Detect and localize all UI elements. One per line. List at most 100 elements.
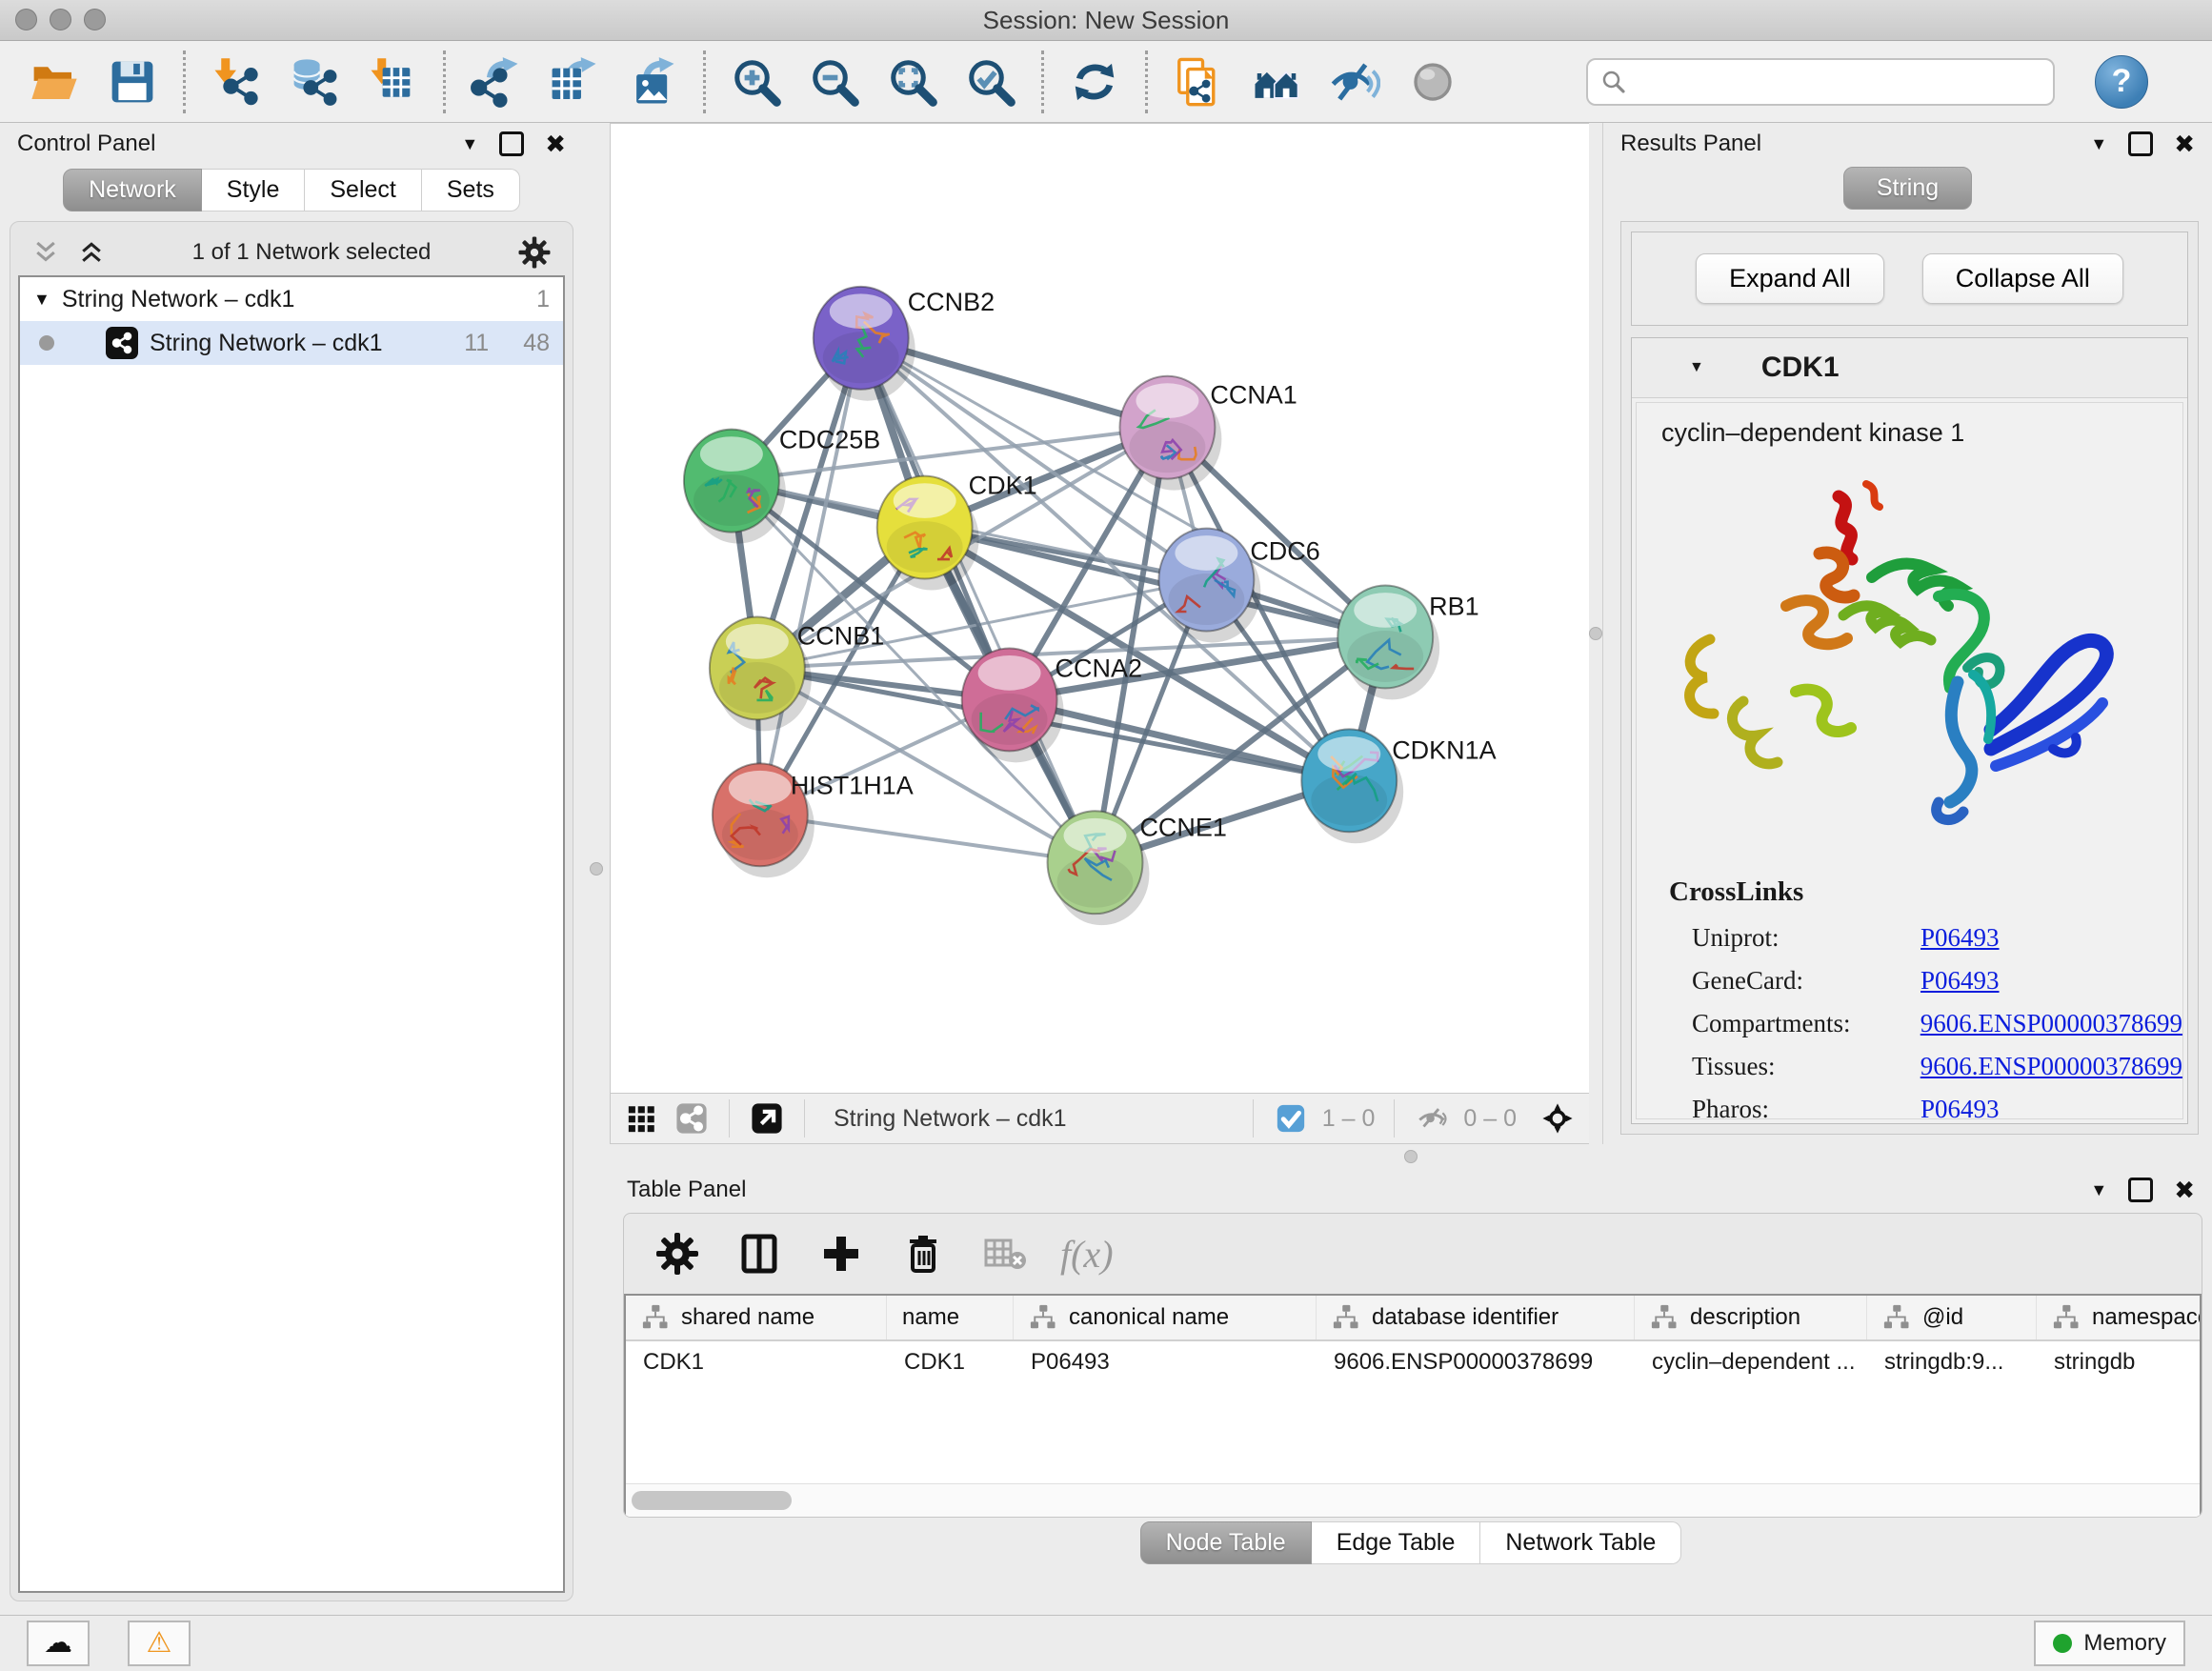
string-network-gray-icon[interactable] bbox=[674, 1100, 710, 1137]
birdseye-grid-icon[interactable] bbox=[624, 1100, 660, 1137]
collapse-all-icon[interactable] bbox=[31, 238, 60, 267]
tab-select[interactable]: Select bbox=[305, 169, 421, 211]
crosslink-link[interactable]: P06493 bbox=[1920, 1095, 2000, 1119]
node-CCNA1[interactable]: CCNA1 bbox=[1119, 376, 1297, 491]
control-panel-splitter[interactable] bbox=[583, 123, 610, 1615]
close-panel-icon[interactable]: ✖ bbox=[545, 134, 566, 153]
collapse-all-button[interactable]: Collapse All bbox=[1922, 253, 2123, 304]
column-header-shared-name[interactable]: shared name bbox=[626, 1296, 887, 1339]
float-panel-icon[interactable]: ▼ bbox=[461, 134, 478, 154]
tab-network-table[interactable]: Network Table bbox=[1480, 1521, 1681, 1564]
open-session-icon[interactable] bbox=[25, 52, 84, 111]
tab-node-table[interactable]: Node Table bbox=[1140, 1521, 1312, 1564]
tab-style[interactable]: Style bbox=[202, 169, 306, 211]
zoom-selected-icon[interactable] bbox=[961, 52, 1020, 111]
selected-checkbox-icon[interactable] bbox=[1273, 1100, 1309, 1137]
splitter-grip[interactable] bbox=[1589, 627, 1602, 640]
export-image-icon[interactable] bbox=[623, 52, 682, 111]
network-options-gear-icon[interactable] bbox=[517, 235, 552, 270]
maximize-panel-icon[interactable] bbox=[2128, 1178, 2153, 1202]
table-cell[interactable]: stringdb:9... bbox=[1867, 1349, 2037, 1376]
float-panel-icon[interactable]: ▼ bbox=[2090, 1180, 2107, 1200]
add-column-icon[interactable] bbox=[814, 1227, 868, 1280]
hide-selected-icon[interactable] bbox=[1325, 52, 1384, 111]
import-database-icon[interactable] bbox=[285, 52, 344, 111]
delete-column-icon[interactable] bbox=[896, 1227, 950, 1280]
node-CCNB1[interactable]: CCNB1 bbox=[710, 616, 884, 731]
tab-network[interactable]: Network bbox=[63, 169, 202, 211]
table-cell[interactable]: stringdb bbox=[2037, 1349, 2202, 1376]
close-panel-icon[interactable]: ✖ bbox=[2174, 134, 2195, 153]
column-header-namespace[interactable]: namespace bbox=[2037, 1296, 2202, 1339]
node-CDC25B[interactable]: CDC25B bbox=[684, 426, 880, 544]
tab-string[interactable]: String bbox=[1843, 167, 1972, 210]
show-columns-icon[interactable] bbox=[733, 1227, 786, 1280]
tab-edge-table[interactable]: Edge Table bbox=[1312, 1521, 1481, 1564]
results-panel-splitter[interactable] bbox=[1589, 123, 1602, 1144]
column-header-name[interactable]: name bbox=[887, 1296, 1014, 1339]
search-input[interactable] bbox=[1636, 68, 2041, 96]
fit-content-crosshair-icon[interactable] bbox=[1539, 1100, 1576, 1137]
crosslink-row: Tissues:9606.ENSP00000378699 bbox=[1669, 1052, 2182, 1081]
crosslink-link[interactable]: 9606.ENSP00000378699 bbox=[1920, 1052, 2182, 1081]
zoom-fit-icon[interactable] bbox=[883, 52, 942, 111]
memory-button[interactable]: Memory bbox=[2034, 1621, 2185, 1666]
export-network-icon[interactable] bbox=[467, 52, 526, 111]
table-row[interactable]: CDK1CDK1P064939606.ENSP00000378699cyclin… bbox=[626, 1341, 2200, 1383]
maximize-panel-icon[interactable] bbox=[499, 131, 524, 156]
close-panel-icon[interactable]: ✖ bbox=[2174, 1180, 2195, 1199]
cloud-status-button[interactable]: ☁ bbox=[27, 1621, 90, 1666]
table-cell[interactable]: cyclin–dependent ... bbox=[1635, 1349, 1867, 1376]
tab-sets[interactable]: Sets bbox=[422, 169, 520, 211]
expand-all-icon[interactable] bbox=[77, 238, 106, 267]
zoom-out-icon[interactable] bbox=[805, 52, 864, 111]
warnings-button[interactable]: ⚠ bbox=[128, 1621, 191, 1666]
scrollbar-thumb[interactable] bbox=[632, 1491, 792, 1510]
column-header--id[interactable]: @id bbox=[1867, 1296, 2037, 1339]
node-CDKN1A[interactable]: CDKN1A bbox=[1301, 729, 1496, 843]
maximize-panel-icon[interactable] bbox=[2128, 131, 2153, 156]
network-home-icon[interactable] bbox=[1247, 52, 1306, 111]
copy-document-icon[interactable] bbox=[1169, 52, 1228, 111]
import-table-icon[interactable] bbox=[363, 52, 422, 111]
collapse-collection-icon[interactable]: ▼ bbox=[33, 290, 50, 310]
hidden-eye-icon[interactable] bbox=[1414, 1100, 1450, 1137]
column-header-database-identifier[interactable]: database identifier bbox=[1317, 1296, 1635, 1339]
network-graph[interactable]: CCNB2CCNA1CDC25BCDK1CDC6RB1CCNB1CCNA2CDK… bbox=[611, 124, 1589, 1093]
export-table-icon[interactable] bbox=[545, 52, 604, 111]
export-view-icon[interactable] bbox=[749, 1100, 785, 1137]
refresh-icon[interactable] bbox=[1065, 52, 1124, 111]
node-RB1[interactable]: RB1 bbox=[1337, 586, 1478, 700]
help-button[interactable]: ? bbox=[2095, 55, 2148, 109]
table-cell[interactable]: P06493 bbox=[1014, 1349, 1317, 1376]
column-header-description[interactable]: description bbox=[1635, 1296, 1867, 1339]
save-session-icon[interactable] bbox=[103, 52, 162, 111]
search-input-wrap[interactable] bbox=[1586, 58, 2055, 106]
network-row-selected[interactable]: String Network – cdk1 11 48 bbox=[20, 321, 563, 365]
show-all-icon[interactable] bbox=[1403, 52, 1462, 111]
node-CDK1[interactable]: CDK1 bbox=[877, 472, 1037, 591]
node-result-header[interactable]: ▼ CDK1 bbox=[1632, 338, 2187, 398]
splitter-grip[interactable] bbox=[590, 862, 603, 876]
table-cell[interactable]: CDK1 bbox=[887, 1349, 1014, 1376]
table-cell[interactable]: CDK1 bbox=[626, 1349, 887, 1376]
zoom-in-icon[interactable] bbox=[727, 52, 786, 111]
import-network-icon[interactable] bbox=[207, 52, 266, 111]
network-collection-row[interactable]: ▼ String Network – cdk1 1 bbox=[20, 277, 563, 321]
node-HIST1H1A[interactable]: HIST1H1A bbox=[713, 763, 914, 877]
column-header-canonical-name[interactable]: canonical name bbox=[1014, 1296, 1317, 1339]
edge-CCNB2-HIST1H1A[interactable] bbox=[760, 338, 861, 815]
crosslink-link[interactable]: P06493 bbox=[1920, 966, 2000, 996]
node-CCNB2[interactable]: CCNB2 bbox=[814, 287, 995, 401]
float-panel-icon[interactable]: ▼ bbox=[2090, 134, 2107, 154]
table-horizontal-scrollbar[interactable] bbox=[626, 1483, 2200, 1517]
crosslink-link[interactable]: P06493 bbox=[1920, 923, 2000, 953]
table-panel-splitter[interactable] bbox=[610, 1144, 2212, 1169]
table-options-gear-icon[interactable] bbox=[651, 1227, 704, 1280]
collapse-entry-icon[interactable]: ▼ bbox=[1689, 359, 1704, 376]
crosslink-link[interactable]: 9606.ENSP00000378699 bbox=[1920, 1009, 2182, 1038]
expand-all-button[interactable]: Expand All bbox=[1696, 253, 1884, 304]
network-canvas[interactable]: CCNB2CCNA1CDC25BCDK1CDC6RB1CCNB1CCNA2CDK… bbox=[611, 124, 1589, 1093]
splitter-grip[interactable] bbox=[1404, 1150, 1418, 1163]
table-cell[interactable]: 9606.ENSP00000378699 bbox=[1317, 1349, 1635, 1376]
